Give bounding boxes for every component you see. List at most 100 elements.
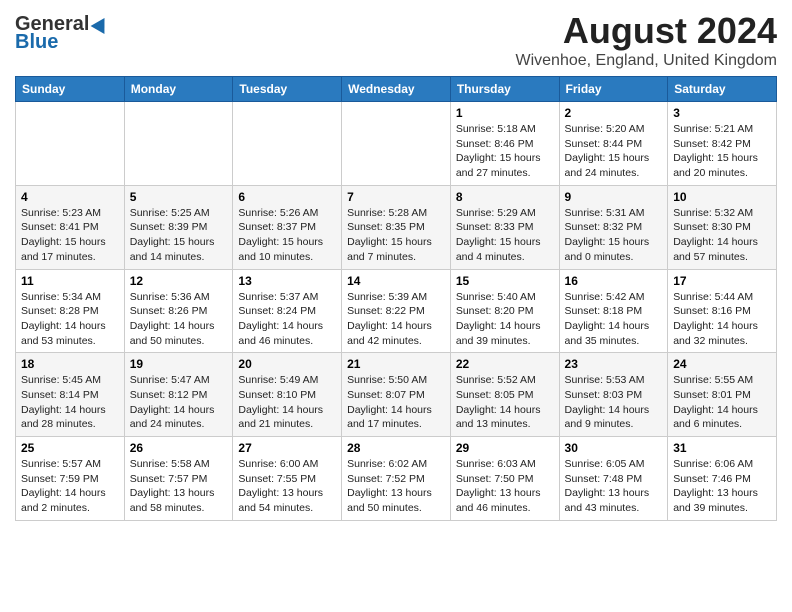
- day-info: Sunrise: 5:21 AM Sunset: 8:42 PM Dayligh…: [673, 122, 771, 181]
- day-number: 4: [21, 190, 119, 204]
- day-number: 6: [238, 190, 336, 204]
- day-cell: 31 Sunrise: 6:06 AM Sunset: 7:46 PM Dayli…: [668, 437, 777, 521]
- title-block: August 2024 Wivenhoe, England, United Ki…: [516, 10, 778, 70]
- day-info: Sunrise: 5:37 AM Sunset: 8:24 PM Dayligh…: [238, 290, 336, 349]
- day-number: 31: [673, 441, 771, 455]
- day-number: 29: [456, 441, 554, 455]
- day-info: Sunrise: 5:31 AM Sunset: 8:32 PM Dayligh…: [565, 206, 663, 265]
- day-cell: 29 Sunrise: 6:03 AM Sunset: 7:50 PM Dayli…: [450, 437, 559, 521]
- day-number: 2: [565, 106, 663, 120]
- col-header-wednesday: Wednesday: [342, 77, 451, 102]
- day-number: 17: [673, 274, 771, 288]
- day-number: 30: [565, 441, 663, 455]
- day-number: 13: [238, 274, 336, 288]
- day-number: 28: [347, 441, 445, 455]
- day-info: Sunrise: 5:23 AM Sunset: 8:41 PM Dayligh…: [21, 206, 119, 265]
- calendar-body: 1Sunrise: 5:18 AM Sunset: 8:46 PM Daylig…: [16, 102, 777, 521]
- calendar-header-row: SundayMondayTuesdayWednesdayThursdayFrid…: [16, 77, 777, 102]
- day-info: Sunrise: 5:52 AM Sunset: 8:05 PM Dayligh…: [456, 373, 554, 432]
- page-subtitle: Wivenhoe, England, United Kingdom: [516, 52, 778, 70]
- logo: General Blue: [15, 10, 109, 52]
- logo-triangle-icon: [91, 14, 112, 34]
- day-number: 26: [130, 441, 228, 455]
- day-cell: 24 Sunrise: 5:55 AM Sunset: 8:01 PM Dayli…: [668, 353, 777, 437]
- day-info: Sunrise: 6:06 AM Sunset: 7:46 PM Dayligh…: [673, 457, 771, 516]
- day-info: Sunrise: 5:36 AM Sunset: 8:26 PM Dayligh…: [130, 290, 228, 349]
- col-header-friday: Friday: [559, 77, 668, 102]
- day-info: Sunrise: 5:53 AM Sunset: 8:03 PM Dayligh…: [565, 373, 663, 432]
- day-info: Sunrise: 5:57 AM Sunset: 7:59 PM Dayligh…: [21, 457, 119, 516]
- col-header-saturday: Saturday: [668, 77, 777, 102]
- day-cell: 26 Sunrise: 5:58 AM Sunset: 7:57 PM Dayli…: [124, 437, 233, 521]
- day-cell: 15Sunrise: 5:40 AM Sunset: 8:20 PM Dayli…: [450, 269, 559, 353]
- col-header-monday: Monday: [124, 77, 233, 102]
- week-row-4: 18Sunrise: 5:45 AM Sunset: 8:14 PM Dayli…: [16, 353, 777, 437]
- day-info: Sunrise: 5:55 AM Sunset: 8:01 PM Dayligh…: [673, 373, 771, 432]
- day-info: Sunrise: 5:50 AM Sunset: 8:07 PM Dayligh…: [347, 373, 445, 432]
- day-number: 8: [456, 190, 554, 204]
- day-info: Sunrise: 5:47 AM Sunset: 8:12 PM Dayligh…: [130, 373, 228, 432]
- day-cell: 13 Sunrise: 5:37 AM Sunset: 8:24 PM Dayli…: [233, 269, 342, 353]
- day-number: 16: [565, 274, 663, 288]
- day-info: Sunrise: 5:26 AM Sunset: 8:37 PM Dayligh…: [238, 206, 336, 265]
- calendar-table: SundayMondayTuesdayWednesdayThursdayFrid…: [15, 76, 777, 521]
- day-info: Sunrise: 5:58 AM Sunset: 7:57 PM Dayligh…: [130, 457, 228, 516]
- day-info: Sunrise: 5:29 AM Sunset: 8:33 PM Dayligh…: [456, 206, 554, 265]
- day-info: Sunrise: 5:42 AM Sunset: 8:18 PM Dayligh…: [565, 290, 663, 349]
- day-cell: 30 Sunrise: 6:05 AM Sunset: 7:48 PM Dayli…: [559, 437, 668, 521]
- day-cell: 9 Sunrise: 5:31 AM Sunset: 8:32 PM Daylig…: [559, 185, 668, 269]
- day-info: Sunrise: 5:20 AM Sunset: 8:44 PM Dayligh…: [565, 122, 663, 181]
- day-cell: 11 Sunrise: 5:34 AM Sunset: 8:28 PM Dayli…: [16, 269, 125, 353]
- day-info: Sunrise: 5:34 AM Sunset: 8:28 PM Dayligh…: [21, 290, 119, 349]
- day-cell: 25 Sunrise: 5:57 AM Sunset: 7:59 PM Dayli…: [16, 437, 125, 521]
- day-cell: 23 Sunrise: 5:53 AM Sunset: 8:03 PM Dayli…: [559, 353, 668, 437]
- day-number: 12: [130, 274, 228, 288]
- day-number: 20: [238, 357, 336, 371]
- col-header-tuesday: Tuesday: [233, 77, 342, 102]
- day-info: Sunrise: 5:32 AM Sunset: 8:30 PM Dayligh…: [673, 206, 771, 265]
- day-number: 11: [21, 274, 119, 288]
- day-info: Sunrise: 5:28 AM Sunset: 8:35 PM Dayligh…: [347, 206, 445, 265]
- week-row-1: 1Sunrise: 5:18 AM Sunset: 8:46 PM Daylig…: [16, 102, 777, 186]
- day-number: 19: [130, 357, 228, 371]
- day-cell: 20 Sunrise: 5:49 AM Sunset: 8:10 PM Dayli…: [233, 353, 342, 437]
- day-number: 22: [456, 357, 554, 371]
- day-info: Sunrise: 6:03 AM Sunset: 7:50 PM Dayligh…: [456, 457, 554, 516]
- day-cell: 6 Sunrise: 5:26 AM Sunset: 8:37 PM Daylig…: [233, 185, 342, 269]
- day-cell: 18Sunrise: 5:45 AM Sunset: 8:14 PM Dayli…: [16, 353, 125, 437]
- day-cell: [124, 102, 233, 186]
- day-number: 23: [565, 357, 663, 371]
- day-number: 3: [673, 106, 771, 120]
- day-number: 7: [347, 190, 445, 204]
- day-number: 5: [130, 190, 228, 204]
- day-cell: 10 Sunrise: 5:32 AM Sunset: 8:30 PM Dayli…: [668, 185, 777, 269]
- day-number: 10: [673, 190, 771, 204]
- day-number: 25: [21, 441, 119, 455]
- day-info: Sunrise: 6:02 AM Sunset: 7:52 PM Dayligh…: [347, 457, 445, 516]
- day-cell: 27Sunrise: 6:00 AM Sunset: 7:55 PM Dayli…: [233, 437, 342, 521]
- day-cell: 21 Sunrise: 5:50 AM Sunset: 8:07 PM Dayli…: [342, 353, 451, 437]
- day-cell: 28 Sunrise: 6:02 AM Sunset: 7:52 PM Dayli…: [342, 437, 451, 521]
- day-number: 1: [456, 106, 554, 120]
- day-cell: 7 Sunrise: 5:28 AM Sunset: 8:35 PM Daylig…: [342, 185, 451, 269]
- day-cell: 16 Sunrise: 5:42 AM Sunset: 8:18 PM Dayli…: [559, 269, 668, 353]
- day-number: 15: [456, 274, 554, 288]
- col-header-sunday: Sunday: [16, 77, 125, 102]
- day-info: Sunrise: 6:05 AM Sunset: 7:48 PM Dayligh…: [565, 457, 663, 516]
- day-info: Sunrise: 5:25 AM Sunset: 8:39 PM Dayligh…: [130, 206, 228, 265]
- day-number: 21: [347, 357, 445, 371]
- day-number: 14: [347, 274, 445, 288]
- day-number: 9: [565, 190, 663, 204]
- col-header-thursday: Thursday: [450, 77, 559, 102]
- day-number: 24: [673, 357, 771, 371]
- day-cell: 5 Sunrise: 5:25 AM Sunset: 8:39 PM Daylig…: [124, 185, 233, 269]
- day-cell: 22 Sunrise: 5:52 AM Sunset: 8:05 PM Dayli…: [450, 353, 559, 437]
- logo-blue-text: Blue: [15, 32, 58, 52]
- day-cell: 2 Sunrise: 5:20 AM Sunset: 8:44 PM Daylig…: [559, 102, 668, 186]
- day-cell: 8 Sunrise: 5:29 AM Sunset: 8:33 PM Daylig…: [450, 185, 559, 269]
- week-row-5: 25 Sunrise: 5:57 AM Sunset: 7:59 PM Dayli…: [16, 437, 777, 521]
- week-row-3: 11 Sunrise: 5:34 AM Sunset: 8:28 PM Dayli…: [16, 269, 777, 353]
- day-number: 27: [238, 441, 336, 455]
- day-info: Sunrise: 5:45 AM Sunset: 8:14 PM Dayligh…: [21, 373, 119, 432]
- day-info: Sunrise: 5:49 AM Sunset: 8:10 PM Dayligh…: [238, 373, 336, 432]
